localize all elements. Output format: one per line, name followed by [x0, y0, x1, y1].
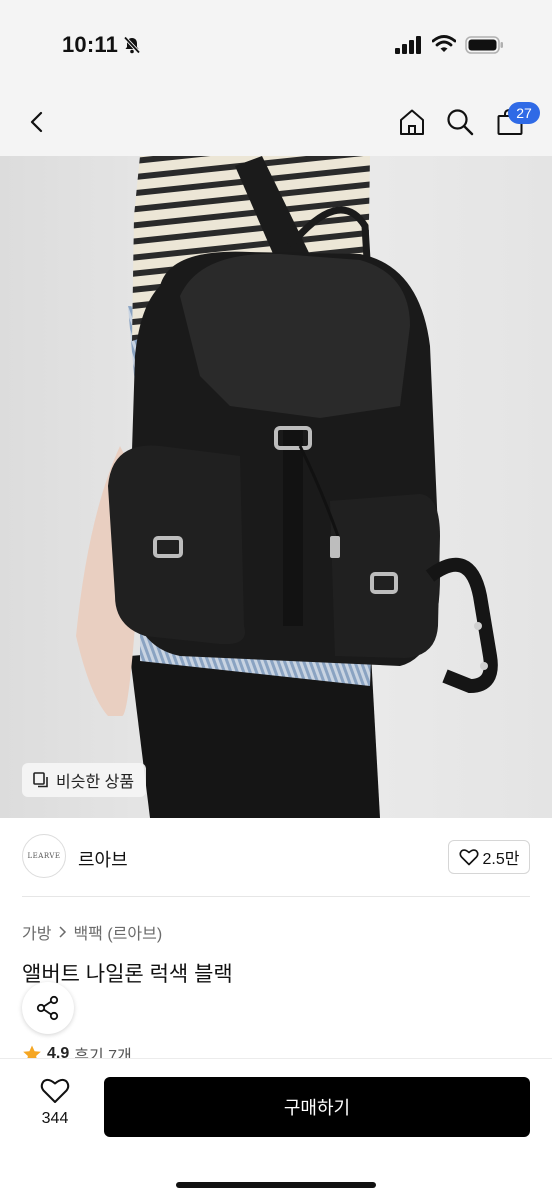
home-icon — [400, 109, 424, 135]
product-photo — [0, 156, 552, 818]
brand-row: LEARVE 르아브 2.5만 — [0, 818, 552, 896]
top-nav-bar — [0, 88, 552, 156]
cellular-signal-icon — [395, 36, 421, 54]
bell-slash-icon — [123, 36, 141, 54]
back-button[interactable] — [18, 102, 58, 142]
chevron-left-icon — [30, 111, 43, 133]
similar-products-button[interactable]: 비슷한 상품 — [22, 763, 147, 797]
heart-outline-icon — [40, 1078, 70, 1103]
search-button[interactable] — [440, 102, 480, 142]
status-bar: 10:11 — [0, 0, 552, 88]
chevron-right-icon — [59, 926, 67, 938]
buy-button[interactable]: 구매하기 — [104, 1077, 530, 1137]
wifi-icon — [432, 35, 456, 52]
cart-count-badge: 27 — [508, 102, 540, 124]
breadcrumb-subcategory[interactable]: 백팩 (르아브) — [73, 920, 162, 944]
brand-like-count: 2.5만 — [482, 851, 520, 868]
copy-icon — [33, 772, 48, 788]
heart-outline-icon — [458, 849, 479, 866]
brand-logo[interactable]: LEARVE — [22, 834, 66, 878]
product-image[interactable] — [0, 156, 552, 818]
search-icon — [447, 109, 474, 136]
brand-logo-text: LEARVE — [27, 852, 61, 860]
home-indicator — [176, 1182, 376, 1188]
share-icon — [36, 995, 59, 1021]
home-button[interactable] — [392, 102, 432, 142]
breadcrumb-category[interactable]: 가방 — [22, 920, 51, 944]
battery-icon — [465, 36, 503, 54]
similar-products-label: 비슷한 상품 — [56, 774, 135, 791]
status-time: 10:11 — [62, 32, 119, 57]
breadcrumb: 가방 백팩 (르아브) — [22, 920, 162, 944]
brand-like-button[interactable]: 2.5만 — [448, 840, 530, 874]
divider — [22, 896, 530, 897]
wishlist-count: 344 — [41, 1110, 69, 1127]
brand-name[interactable]: 르아브 — [78, 846, 128, 872]
share-button[interactable] — [22, 982, 74, 1034]
bottom-action-bar: 344 구매하기 — [0, 1058, 552, 1201]
wishlist-button[interactable]: 344 — [22, 1077, 88, 1139]
